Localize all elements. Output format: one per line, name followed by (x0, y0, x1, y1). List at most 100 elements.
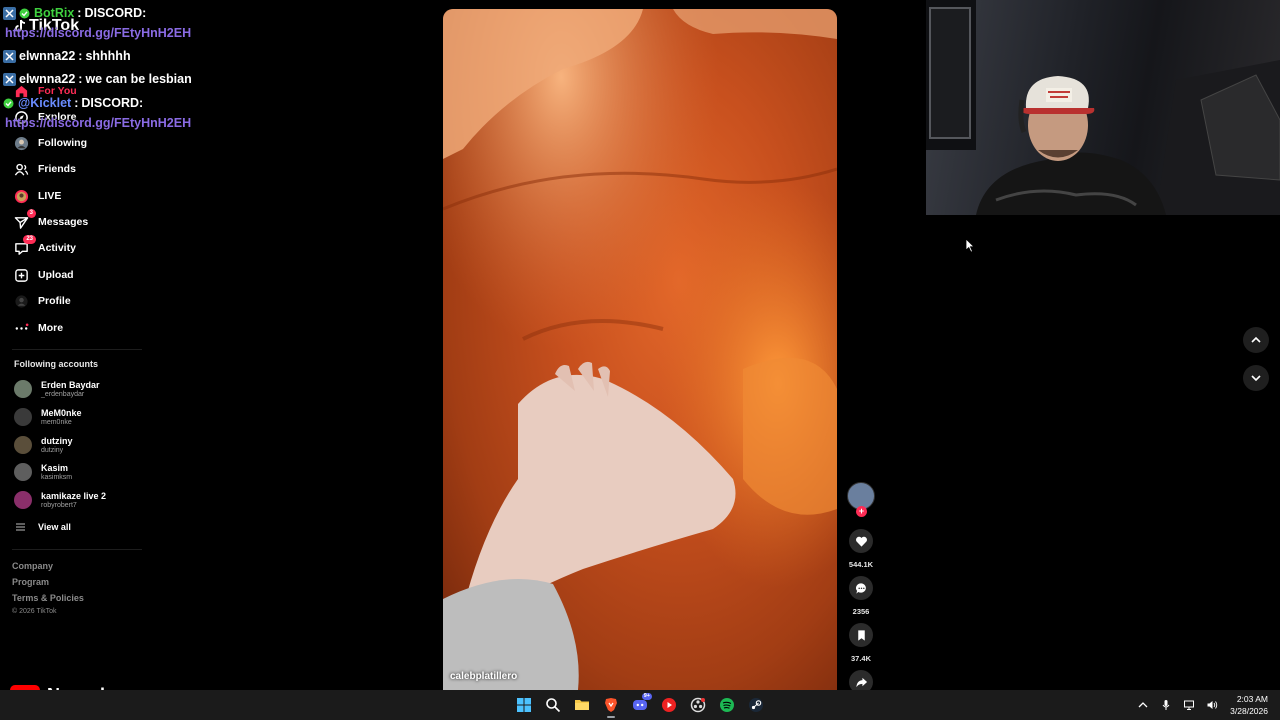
taskbar-apps: 9+ (512, 693, 768, 718)
nav-following[interactable]: Following (12, 134, 87, 152)
account-username: mem0nke (41, 419, 72, 426)
account-display-name: Erden Baydar (41, 380, 100, 390)
copyright: © 2026 TikTok (12, 608, 57, 615)
chat-link[interactable]: https://discord.gg/FEtyHnH2EH (5, 26, 191, 40)
nav-label: Profile (38, 295, 71, 307)
following-avatar-icon (12, 134, 30, 152)
activity-icon: 23 (12, 235, 36, 257)
steam-icon[interactable] (744, 693, 768, 717)
following-account-item[interactable]: dutziny dutziny (14, 436, 73, 454)
chevron-down-icon (1251, 375, 1261, 382)
nav-upload[interactable]: Upload (12, 266, 74, 284)
video-author[interactable]: calebplatillero (450, 671, 517, 682)
chat-text: we can be lesbian (85, 72, 192, 86)
spotify-icon[interactable] (715, 693, 739, 717)
avatar (14, 463, 32, 481)
nav-messages[interactable]: 3 Messages (12, 209, 88, 231)
avatar (14, 380, 32, 398)
heart-icon (855, 536, 867, 547)
save-count: 37.4K (850, 654, 871, 663)
microphone-icon[interactable] (1159, 698, 1172, 711)
chat-colon: : (77, 6, 82, 20)
avatar (14, 408, 32, 426)
nav-label: Friends (38, 163, 76, 175)
bookmark-icon (857, 629, 865, 641)
account-username: kasimksm (41, 474, 73, 481)
following-account-item[interactable]: Erden Baydar _erdenbaydar (14, 380, 100, 398)
nav-label: Activity (38, 242, 76, 254)
chat-username: @Kicklet (18, 96, 72, 110)
avatar (14, 491, 32, 509)
nav-live[interactable]: LIVE (12, 187, 61, 205)
following-account-item[interactable]: Kasim kasimksm (14, 463, 72, 481)
chat-username: elwnna22 (19, 49, 76, 63)
chat-link[interactable]: https://discord.gg/FEtyHnH2EH (5, 116, 191, 130)
youtube-music-icon[interactable] (657, 693, 681, 717)
nav-activity[interactable]: 23 Activity (12, 235, 76, 257)
chat-text: shhhhh (85, 49, 131, 63)
webcam-scene (926, 0, 1280, 215)
more-icon (12, 319, 30, 337)
share-icon (855, 677, 867, 687)
following-account-item[interactable]: MeM0nke mem0nke (14, 408, 82, 426)
brave-browser-icon[interactable] (599, 693, 623, 718)
view-all-button[interactable]: View all (16, 522, 71, 532)
messages-badge: 3 (26, 209, 36, 218)
footer-link-terms[interactable]: Terms & Policies (12, 593, 84, 603)
obs-icon[interactable] (686, 693, 710, 717)
chat-text: DISCORD: (81, 96, 144, 110)
system-tray (1136, 698, 1218, 711)
save-button[interactable] (849, 623, 873, 647)
like-button[interactable] (849, 529, 873, 553)
twitch-icon (3, 6, 16, 20)
nav-profile[interactable]: Profile (12, 292, 71, 310)
next-video-button[interactable] (1243, 365, 1269, 391)
webcam-feed (926, 0, 1280, 215)
following-account-item[interactable]: kamikaze live 2 robyrobert7 (14, 491, 106, 509)
nav-more[interactable]: More (12, 319, 63, 337)
comment-button[interactable] (849, 576, 873, 600)
friends-icon (12, 160, 30, 178)
twitch-icon (3, 72, 16, 86)
verified-check-icon (19, 8, 30, 18)
chevron-up-icon[interactable] (1136, 698, 1149, 711)
discord-icon[interactable]: 9+ (628, 693, 652, 717)
file-explorer-icon[interactable] (570, 693, 594, 717)
nav-label: Upload (38, 269, 74, 281)
previous-video-button[interactable] (1243, 327, 1269, 353)
system-clock[interactable]: 2:03 AM 3/28/2026 (1230, 693, 1268, 717)
footer-link-program[interactable]: Program (12, 577, 49, 587)
account-username: robyrobert7 (41, 502, 77, 509)
volume-icon[interactable] (1205, 698, 1218, 711)
windows-start-icon[interactable] (512, 693, 536, 717)
nav-label: LIVE (38, 190, 62, 202)
search-icon[interactable] (541, 693, 565, 717)
windows-taskbar: 9+ 2:03 AM 3/28/2026 (0, 690, 1280, 720)
account-display-name: kamikaze live 2 (41, 491, 107, 501)
view-all-label: View all (38, 522, 71, 532)
like-count: 544.1K (848, 560, 874, 569)
video-player[interactable]: calebplatillero (443, 9, 837, 690)
follow-button[interactable]: + (856, 506, 867, 517)
chat-colon: : (78, 72, 83, 86)
chat-username: BotRix (34, 6, 75, 20)
footer-link-company[interactable]: Company (12, 561, 53, 571)
chat-message: elwnna22 : we can be lesbian (3, 72, 192, 86)
following-accounts-title: Following accounts (14, 359, 99, 369)
clock-date: 3/28/2026 (1230, 706, 1268, 716)
nav-friends[interactable]: Friends (12, 160, 76, 178)
live-icon (12, 187, 30, 205)
account-display-name: dutziny (41, 436, 73, 446)
chevron-up-icon (1251, 336, 1261, 343)
kick-verified-icon (3, 98, 14, 108)
chat-username: elwnna22 (19, 72, 76, 86)
chat-colon: : (78, 49, 83, 63)
avatar (14, 436, 32, 454)
divider (12, 349, 142, 350)
account-username: _erdenbaydar (41, 391, 85, 398)
network-icon[interactable] (1182, 698, 1195, 711)
account-display-name: Kasim (41, 463, 69, 473)
profile-icon (12, 292, 30, 310)
chat-message: @Kicklet : DISCORD: (3, 96, 143, 110)
activity-badge: 23 (23, 235, 36, 244)
